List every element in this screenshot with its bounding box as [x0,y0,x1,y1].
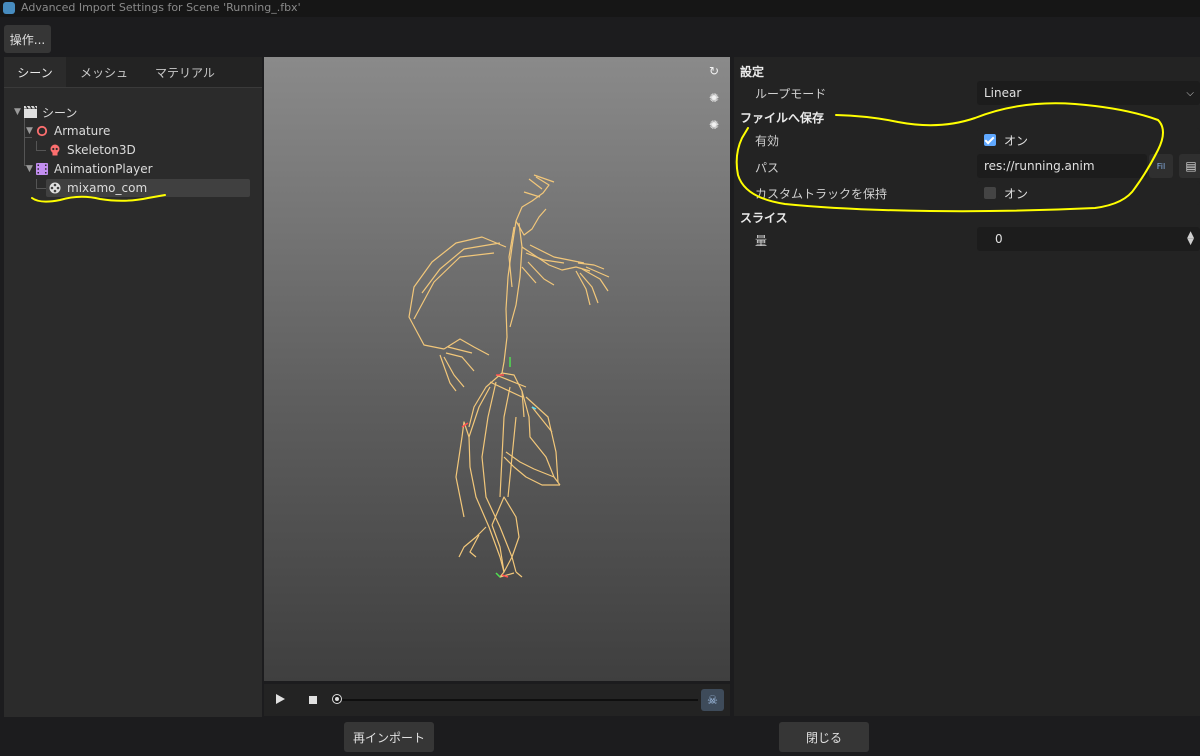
tab-bar: シーン メッシュ マテリアル [4,57,262,87]
loop-mode-select[interactable]: Linear ⌵ [977,81,1200,105]
keep-tracks-label: カスタムトラックを保持 [755,187,888,201]
title-bar: Advanced Import Settings for Scene 'Runn… [0,0,1200,17]
tree-item-armature[interactable]: ▼ Armature [26,122,110,140]
stop-icon[interactable] [309,696,317,704]
clapperboard-icon [24,105,37,118]
preview-viewport[interactable]: ↻ ✺ ✺ [264,57,730,681]
section-slices: スライス [740,211,788,225]
chevron-down-icon: ⌵ [1186,87,1194,99]
skeleton-toggle-icon[interactable]: ☠ [701,689,724,711]
operations-button[interactable]: 操作... [4,25,51,53]
chevron-down-icon[interactable]: ▼ [26,126,36,136]
scene-tree: ▼ シーン ▼ Armature Skeleton3D ▼ AnimationP… [4,87,262,717]
enabled-label: 有効 [755,134,780,148]
tree-item-label: mixamo_com [67,181,148,195]
tree-item-animationplayer[interactable]: ▼ AnimationPlayer [26,160,153,178]
tree-item-label: AnimationPlayer [54,162,153,176]
spin-arrows-icon[interactable]: ▲ ▼ [1187,231,1194,247]
file-browse-icon[interactable]: ▤ [1179,154,1200,178]
animation-icon [49,182,61,194]
keep-tracks-checkbox[interactable]: オン [977,181,1200,205]
light1-icon[interactable]: ✺ [707,91,721,105]
enabled-value: オン [1004,133,1029,148]
path-input[interactable]: res://running.anim [977,154,1147,178]
amount-value: 0 [995,232,1003,246]
file-type-icon[interactable]: Fil [1149,154,1173,178]
play-icon[interactable] [276,694,285,704]
checkbox-checked-icon[interactable] [984,134,996,146]
tree-item-mixamo-com[interactable]: mixamo_com [46,179,250,197]
keep-tracks-value: オン [1004,186,1029,201]
amount-spinbox[interactable]: 0 ▲ ▼ [977,227,1200,251]
scene-panel: シーン メッシュ マテリアル ▼ シーン ▼ Armature Skeleton… [4,57,262,717]
tree-item-label: シーン [42,105,78,120]
tab-mesh[interactable]: メッシュ [66,57,142,87]
tab-scene[interactable]: シーン [4,57,66,87]
chevron-down-icon[interactable]: ▼ [26,164,36,174]
tree-item-label: Armature [54,124,111,138]
path-label: パス [755,161,780,175]
section-save-to-file: ファイルへ保存 [740,111,825,125]
chevron-down-icon[interactable]: ▼ [14,107,24,117]
reimport-button[interactable]: 再インポート [344,722,434,752]
path-value: res://running.anim [984,159,1095,173]
tree-item-scene[interactable]: ▼ シーン [14,103,77,121]
loop-mode-label: ループモード [755,87,827,101]
skeleton-preview [408,174,610,578]
tree-item-label: Skeleton3D [67,143,136,157]
section-settings: 設定 [740,65,765,79]
skeleton-icon [49,144,61,156]
node3d-icon [36,125,48,137]
enabled-checkbox[interactable]: オン [977,128,1200,152]
close-button[interactable]: 閉じる [779,722,869,752]
timeline-slider[interactable] [336,699,698,701]
window-title: Advanced Import Settings for Scene 'Runn… [21,1,301,14]
playback-bar: ☠ [264,684,730,716]
godot-logo-icon [3,2,15,14]
tree-item-skeleton3d[interactable]: Skeleton3D [49,141,136,159]
import-inspector: 設定 ループモード Linear ⌵ ファイルへ保存 有効 オン パス res:… [734,57,1200,716]
tab-material[interactable]: マテリアル [142,57,228,87]
amount-label: 量 [755,234,768,248]
loop-mode-value: Linear [984,86,1022,100]
timeline-knob[interactable] [332,694,342,704]
checkbox-unchecked-icon[interactable] [984,187,996,199]
light2-icon[interactable]: ✺ [707,118,721,132]
orbit-icon[interactable]: ↻ [707,64,721,78]
film-icon [36,163,48,175]
